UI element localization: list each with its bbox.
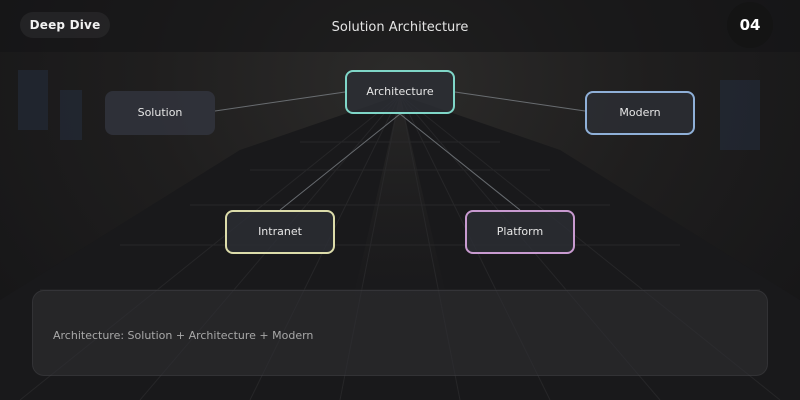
edge-architecture-platform: [399, 113, 521, 211]
edge-architecture-solution: [214, 91, 346, 112]
node-modern: Modern: [585, 91, 695, 135]
slide: Deep Dive Solution Architecture 04 Solut…: [0, 0, 800, 400]
summary-text: Architecture: Solution + Architecture + …: [53, 329, 314, 342]
node-platform: Platform: [465, 210, 575, 254]
edge-architecture-modern: [454, 91, 586, 112]
edge-architecture-intranet: [279, 113, 401, 211]
node-intranet: Intranet: [225, 210, 335, 254]
summary-panel: Architecture: Solution + Architecture + …: [32, 290, 768, 376]
node-architecture: Architecture: [345, 70, 455, 114]
node-solution: Solution: [105, 91, 215, 135]
